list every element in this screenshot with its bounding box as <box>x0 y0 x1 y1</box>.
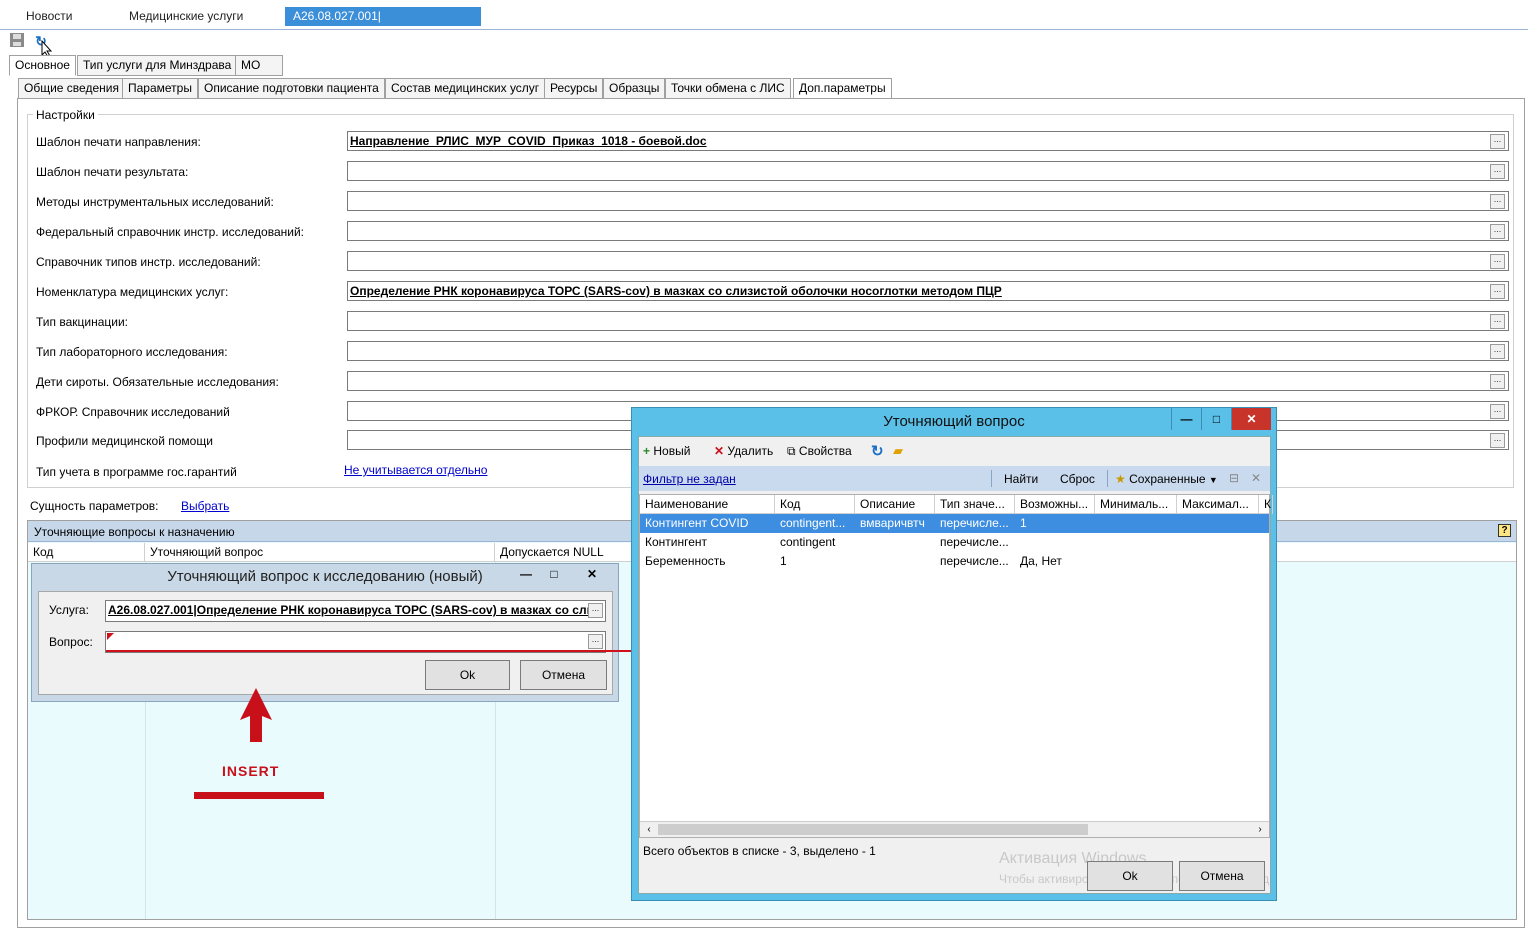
annotation-up-arrow <box>240 688 272 742</box>
select-grid-column-header[interactable]: Возможны... <box>1015 495 1095 514</box>
minimize-icon[interactable]: — <box>1171 408 1201 430</box>
table-cell: Контингент COVID <box>645 516 749 530</box>
select-dialog-cancel-button[interactable]: Отмена <box>1179 861 1265 891</box>
delete-icon: ✕ <box>714 444 725 458</box>
table-cell: Контингент <box>645 535 708 549</box>
select-grid-column-header[interactable]: Наименование <box>640 495 775 514</box>
select-dialog-ok-button[interactable]: Ok <box>1087 861 1173 891</box>
select-grid: Наименование Код Описание Тип значе... Возмо… <box>639 494 1273 838</box>
filter-bar: Фильтр не задан Найти Сброс ★ Сохраненны… <box>639 466 1270 491</box>
table-row[interactable]: Контингент COVID contingent... вмваричвтч п… <box>640 514 1269 533</box>
refresh-icon[interactable]: ↻ <box>871 442 884 460</box>
table-cell <box>855 552 935 571</box>
status-text: Всего объектов в списке - 3, выделено - … <box>643 844 876 858</box>
insert-annotation-label: INSERT <box>222 763 280 779</box>
horizontal-scrollbar[interactable]: ‹ › <box>640 821 1269 837</box>
table-cell: contingent <box>780 535 836 549</box>
maximize-icon[interactable]: □ <box>1201 408 1231 430</box>
select-grid-column-header[interactable]: Описание <box>855 495 935 514</box>
table-cell <box>1095 533 1177 552</box>
scrollbar-thumb[interactable] <box>658 824 1088 835</box>
table-cell: перечисле... <box>940 516 1009 530</box>
table-cell: 1 <box>780 554 787 568</box>
table-cell: contingent... <box>780 516 846 530</box>
pin-icon[interactable]: ⊟ <box>1229 471 1239 485</box>
select-dialog-toolbar: + Новый ✕ Удалить ⧉ Свойства ↻ ▰ <box>639 437 1270 464</box>
table-cell: 1 <box>1020 516 1027 530</box>
separator <box>1107 470 1108 487</box>
table-cell <box>1177 552 1259 571</box>
close-icon[interactable]: ✕ <box>1231 408 1271 430</box>
properties-icon: ⧉ <box>787 444 796 458</box>
select-grid-header: Наименование Код Описание Тип значе... Возмо… <box>640 495 1273 514</box>
table-cell <box>1015 533 1095 552</box>
delete-button[interactable]: ✕ Удалить <box>714 444 773 458</box>
scroll-right-icon[interactable]: › <box>1253 823 1267 837</box>
annotation-underline <box>194 792 324 799</box>
table-cell <box>1177 533 1259 552</box>
table-cell: перечисле... <box>940 535 1009 549</box>
table-cell: Беременность <box>645 554 726 568</box>
select-grid-column-header[interactable]: Тип значе... <box>935 495 1015 514</box>
table-cell: Да, Нет <box>1020 554 1062 568</box>
filter-link[interactable]: Фильтр не задан <box>643 472 736 486</box>
select-grid-column-header[interactable]: К <box>1259 495 1273 514</box>
close-filter-icon[interactable]: ✕ <box>1251 471 1261 485</box>
table-cell <box>1095 514 1177 533</box>
table-row[interactable]: Беременность 1 перечисле... Да, Нет <box>640 552 1269 571</box>
saved-filters-dropdown[interactable]: ★ Сохраненные ▼ <box>1115 472 1218 486</box>
table-cell: вмваричвтч <box>860 516 925 530</box>
table-row[interactable]: Контингент contingent перечисле... <box>640 533 1269 552</box>
table-cell <box>1095 552 1177 571</box>
select-grid-column-header[interactable]: Минималь... <box>1095 495 1177 514</box>
table-cell <box>855 533 935 552</box>
chevron-down-icon: ▼ <box>1208 475 1218 485</box>
new-icon: + <box>643 444 651 458</box>
select-dialog-body: + Новый ✕ Удалить ⧉ Свойства ↻ ▰ Фильтр … <box>638 436 1273 894</box>
folder-icon[interactable]: ▰ <box>893 443 903 459</box>
saved-icon: ★ <box>1115 472 1126 486</box>
find-button[interactable]: Найти <box>1004 472 1038 486</box>
properties-button[interactable]: ⧉ Свойства <box>787 444 852 459</box>
select-grid-column-header[interactable]: Код <box>775 495 855 514</box>
new-button[interactable]: + Новый <box>643 444 690 458</box>
table-cell: перечисле... <box>940 554 1009 568</box>
table-cell <box>1177 514 1259 533</box>
select-question-dialog: Уточняющий вопрос — □ ✕ + Новый ✕ Удалит… <box>631 407 1277 901</box>
select-grid-column-header[interactable]: Максимал... <box>1177 495 1259 514</box>
separator <box>991 470 992 487</box>
scroll-left-icon[interactable]: ‹ <box>642 823 656 837</box>
reset-button[interactable]: Сброс <box>1060 472 1095 486</box>
